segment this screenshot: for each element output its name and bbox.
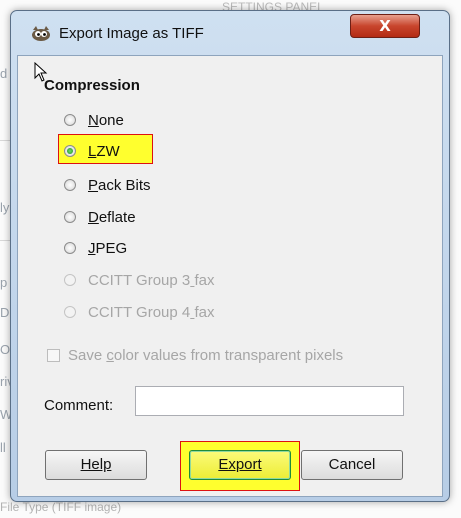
compression-option-ccitt-group-4-fax: CCITT Group 4 fax bbox=[64, 302, 214, 322]
cancel-button-label: Cancel bbox=[328, 456, 376, 473]
radio-label: None bbox=[88, 111, 124, 129]
background-text: d bbox=[0, 66, 8, 81]
compression-option-ccitt-group-3-fax: CCITT Group 3 fax bbox=[64, 270, 214, 290]
dialog-title: Export Image as TIFF bbox=[59, 25, 204, 42]
radio-button[interactable] bbox=[64, 114, 76, 126]
comment-input[interactable] bbox=[135, 386, 404, 416]
background-text: O bbox=[0, 342, 11, 357]
radio-label: Pack Bits bbox=[88, 176, 151, 194]
compression-option-pack-bits[interactable]: Pack Bits bbox=[64, 175, 151, 195]
comment-label: Comment: bbox=[44, 397, 114, 414]
help-button[interactable]: Help bbox=[45, 450, 147, 480]
save-color-checkbox bbox=[47, 349, 60, 362]
compression-option-deflate[interactable]: Deflate bbox=[64, 207, 136, 227]
compression-heading: Compression bbox=[44, 77, 140, 94]
background-text: p bbox=[0, 275, 8, 290]
radio-label: CCITT Group 3 fax bbox=[88, 271, 215, 289]
radio-button[interactable] bbox=[64, 211, 76, 223]
background-text: ly bbox=[0, 200, 10, 215]
close-icon: X bbox=[379, 17, 391, 35]
dialog-titlebar[interactable]: Export Image as TIFF X bbox=[11, 11, 449, 57]
radio-label: LZW bbox=[88, 142, 120, 160]
radio-label: JPEG bbox=[88, 239, 128, 257]
radio-button bbox=[64, 274, 76, 286]
gimp-wilber-icon bbox=[30, 24, 52, 42]
compression-option-none[interactable]: None bbox=[64, 110, 124, 130]
background-bottom-text: File Type (TIFF image) bbox=[0, 500, 122, 514]
cancel-button[interactable]: Cancel bbox=[301, 450, 403, 480]
radio-button bbox=[64, 306, 76, 318]
save-color-label: Save color values from transparent pixel… bbox=[68, 347, 344, 364]
export-button[interactable]: Export bbox=[189, 450, 291, 480]
save-color-option: Save color values from transparent pixel… bbox=[47, 347, 343, 364]
background-text: ll bbox=[0, 440, 6, 455]
compression-option-jpeg[interactable]: JPEG bbox=[64, 238, 127, 258]
compression-option-lzw[interactable]: LZW bbox=[64, 141, 120, 161]
radio-button[interactable] bbox=[64, 179, 76, 191]
radio-label: CCITT Group 4 fax bbox=[88, 303, 215, 321]
close-button[interactable]: X bbox=[350, 14, 420, 38]
radio-label: Deflate bbox=[88, 208, 136, 226]
help-button-label: Help bbox=[80, 456, 112, 473]
export-button-label: Export bbox=[218, 456, 262, 473]
radio-button[interactable] bbox=[64, 242, 76, 254]
radio-button[interactable] bbox=[64, 145, 76, 157]
